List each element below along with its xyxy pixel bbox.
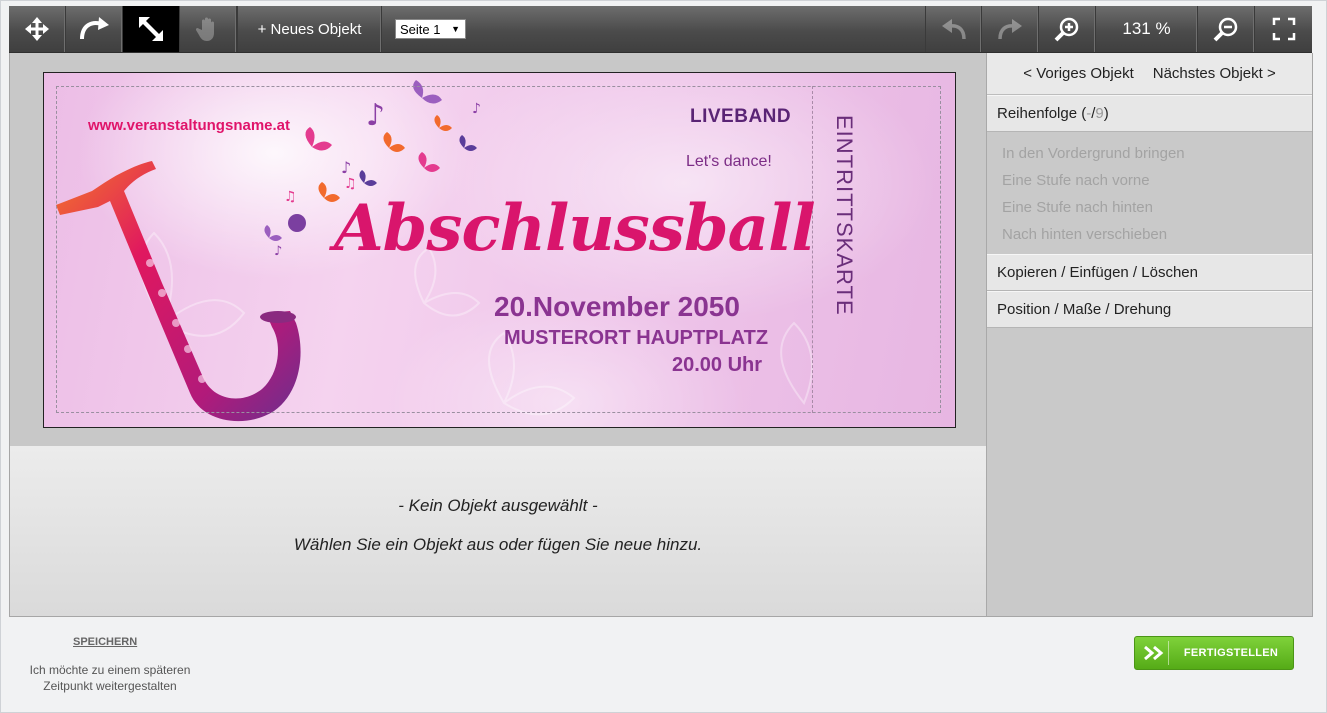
- resize-icon: [139, 17, 163, 41]
- page-select[interactable]: Seite 1 ▼: [395, 19, 466, 39]
- dropdown-arrow-icon: ▼: [451, 24, 460, 34]
- hand-tool-button[interactable]: [180, 6, 237, 52]
- object-info-area: - Kein Objekt ausgewählt - Wählen Sie ei…: [9, 446, 986, 617]
- redo-button[interactable]: [982, 6, 1039, 52]
- resize-tool-button[interactable]: [123, 6, 180, 52]
- copy-paste-delete-section[interactable]: Kopieren / Einfügen / Löschen: [987, 254, 1312, 291]
- bring-to-front-option[interactable]: In den Vordergrund bringen: [1002, 140, 1312, 167]
- finish-label: FERTIGSTELLEN: [1183, 647, 1279, 659]
- order-section-header[interactable]: Reihenfolge (- / 9): [987, 95, 1312, 132]
- move-tool-button[interactable]: [9, 6, 66, 52]
- zoom-level: 131 %: [1096, 6, 1198, 52]
- send-to-back-option[interactable]: Nach hinten verschieben: [1002, 221, 1312, 248]
- ticket-place[interactable]: MUSTERORT HAUPTPLATZ: [504, 327, 768, 350]
- save-note: Ich möchte zu einem späteren Zeitpunkt w…: [29, 663, 191, 693]
- zoom-in-button[interactable]: [1039, 6, 1096, 52]
- ticket-tagline[interactable]: Let's dance!: [686, 153, 772, 171]
- zoom-in-icon: [1054, 17, 1079, 42]
- fullscreen-icon: [1272, 17, 1295, 41]
- fullscreen-button[interactable]: [1255, 6, 1312, 52]
- page-select-wrapper: Seite 1 ▼: [382, 6, 466, 52]
- order-options: In den Vordergrund bringen Eine Stufe na…: [987, 132, 1312, 254]
- ticket-time[interactable]: 20.00 Uhr: [672, 354, 762, 377]
- bring-forward-option[interactable]: Eine Stufe nach vorne: [1002, 167, 1312, 194]
- order-label: Reihenfolge (: [997, 105, 1087, 122]
- rotate-tool-button[interactable]: [66, 6, 123, 52]
- design-canvas[interactable]: ♪ ♪ ♫ ♫ ♪ ♪ www.veranstaltungsname.at LI…: [9, 53, 986, 446]
- ticket-date[interactable]: 20.November 2050: [494, 291, 740, 323]
- order-total: 9: [1095, 105, 1104, 122]
- ticket-stub-label[interactable]: EINTRITTSKARTE: [831, 115, 857, 316]
- save-link[interactable]: SPEICHERN: [73, 636, 137, 648]
- send-backward-option[interactable]: Eine Stufe nach hinten: [1002, 194, 1312, 221]
- properties-panel: < Voriges Objekt Nächstes Objekt > Reihe…: [986, 53, 1313, 617]
- previous-object-link[interactable]: < Voriges Objekt: [1023, 65, 1133, 82]
- undo-button[interactable]: [925, 6, 982, 52]
- page-select-value: Seite 1: [400, 21, 441, 37]
- double-chevron-icon: [1139, 641, 1169, 665]
- redo-icon: [998, 19, 1022, 40]
- ticket-url[interactable]: www.veranstaltungsname.at: [88, 117, 290, 134]
- undo-icon: [941, 19, 966, 40]
- ticket-liveband[interactable]: LIVEBAND: [690, 106, 791, 128]
- order-close: ): [1103, 105, 1109, 122]
- zoom-value: 131 %: [1122, 19, 1171, 38]
- zoom-out-button[interactable]: [1198, 6, 1255, 52]
- ticket-design[interactable]: ♪ ♪ ♫ ♫ ♪ ♪ www.veranstaltungsname.at LI…: [43, 72, 956, 428]
- next-object-link[interactable]: Nächstes Objekt >: [1153, 65, 1276, 82]
- new-object-button[interactable]: + Neues Objekt: [237, 6, 382, 52]
- finish-button[interactable]: FERTIGSTELLEN: [1134, 636, 1294, 670]
- position-size-rotation-section[interactable]: Position / Maße / Drehung: [987, 291, 1312, 328]
- rotate-icon: [80, 17, 109, 40]
- hand-icon: [196, 17, 214, 41]
- new-object-label: + Neues Objekt: [257, 20, 362, 38]
- no-object-message: - Kein Objekt ausgewählt -: [398, 496, 598, 515]
- ticket-title[interactable]: Abschlussball: [334, 191, 816, 266]
- toolbar: + Neues Objekt Seite 1 ▼ 131 %: [9, 6, 1312, 53]
- move-icon: [25, 17, 49, 41]
- zoom-out-icon: [1213, 17, 1238, 42]
- select-object-hint: Wählen Sie ein Objekt aus oder fügen Sie…: [293, 535, 703, 554]
- ticket-stub-label-wrap: EINTRITTSKARTE: [814, 95, 874, 335]
- object-navigation: < Voriges Objekt Nächstes Objekt >: [987, 53, 1312, 95]
